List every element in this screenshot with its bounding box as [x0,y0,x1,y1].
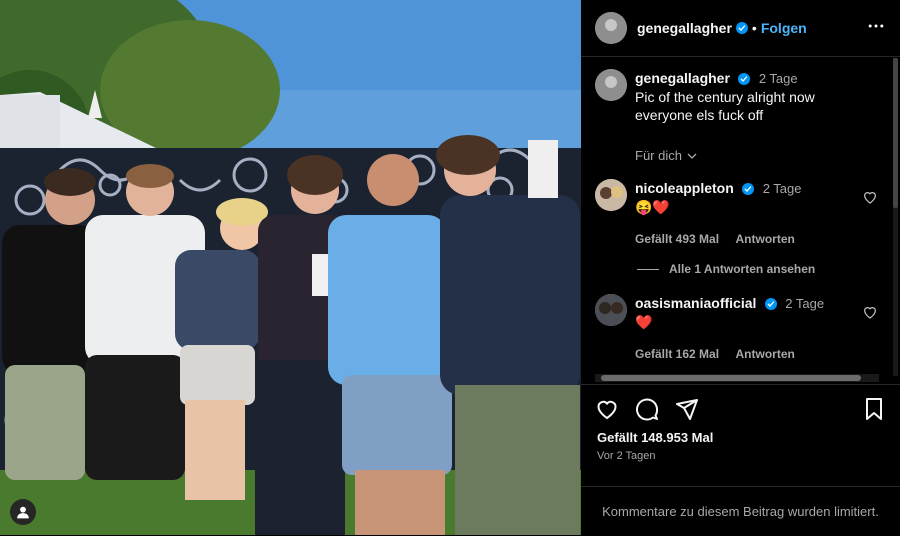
translate-toggle[interactable]: Für dich [635,148,878,163]
share-icon[interactable] [675,397,699,421]
verified-badge-icon [738,72,751,85]
verified-badge-icon [735,22,748,34]
more-options-icon[interactable] [866,16,886,41]
heart-icon[interactable] [862,304,878,320]
author-username[interactable]: genegallagher [637,20,732,36]
caption-time[interactable]: 2 Tage [759,71,798,86]
follow-button[interactable]: Folgen [761,20,807,36]
caption-avatar[interactable] [595,69,627,101]
heart-icon[interactable] [862,189,878,205]
view-replies-label: Alle 1 Antworten ansehen [669,262,816,276]
comment-avatar[interactable] [595,179,627,211]
comment-icon[interactable] [635,397,659,421]
action-bar [581,384,900,432]
post-panel: genegallagher • Folgen genegallagher 2 T… [581,0,900,535]
verified-badge-icon [764,297,777,310]
comment-time[interactable]: 2 Tage [763,181,802,196]
comments-list: genegallagher 2 Tage Pic of the century … [581,58,892,376]
reply-button[interactable]: Antworten [736,232,795,246]
caption-text: Pic of the century alright now everyone … [635,89,815,123]
comment-author[interactable]: oasismaniaofficial [635,295,756,311]
scrollbar-thumb[interactable] [893,58,898,208]
comments-limited-notice: Kommentare zu diesem Beitrag wurden limi… [581,486,900,536]
comment-time[interactable]: 2 Tage [785,296,824,311]
comment-likes[interactable]: Gefällt 162 Mal [635,347,719,361]
comment-avatar[interactable] [595,294,627,326]
comment-text: ❤️ [635,314,653,330]
comments-scrollbar-vertical[interactable] [893,58,898,376]
comment-item: oasismaniaofficial 2 Tage ❤️ Gefällt 162… [581,294,892,363]
replies-line [637,268,659,270]
caption-block: genegallagher 2 Tage Pic of the century … [581,69,892,163]
reply-button[interactable]: Antworten [736,347,795,361]
view-replies[interactable]: Alle 1 Antworten ansehen [637,262,892,276]
author-avatar[interactable] [595,12,627,44]
photo-illustration [0,0,581,535]
comment-likes[interactable]: Gefällt 493 Mal [635,232,719,246]
comment-author[interactable]: nicoleappleton [635,180,734,196]
bookmark-icon[interactable] [862,397,886,421]
verified-badge-icon [742,182,755,195]
likes-count[interactable]: Gefällt 148.953 Mal [597,430,713,445]
comment-item: nicoleappleton 2 Tage 😝❤️ Gefällt 493 Ma… [581,179,892,248]
comments-scrollbar-horizontal[interactable] [595,374,879,382]
post-header: genegallagher • Folgen [581,0,900,57]
comment-text: 😝❤️ [635,199,670,215]
separator-dot: • [751,20,757,36]
caption-author[interactable]: genegallagher [635,70,730,86]
user-tag-icon[interactable] [10,499,36,525]
scrollbar-thumb[interactable] [601,375,861,381]
chevron-down-icon [687,153,697,159]
post-date[interactable]: Vor 2 Tagen [597,450,656,462]
translate-label: Für dich [635,148,682,163]
like-heart-icon[interactable] [595,397,619,421]
post-photo [0,0,581,535]
